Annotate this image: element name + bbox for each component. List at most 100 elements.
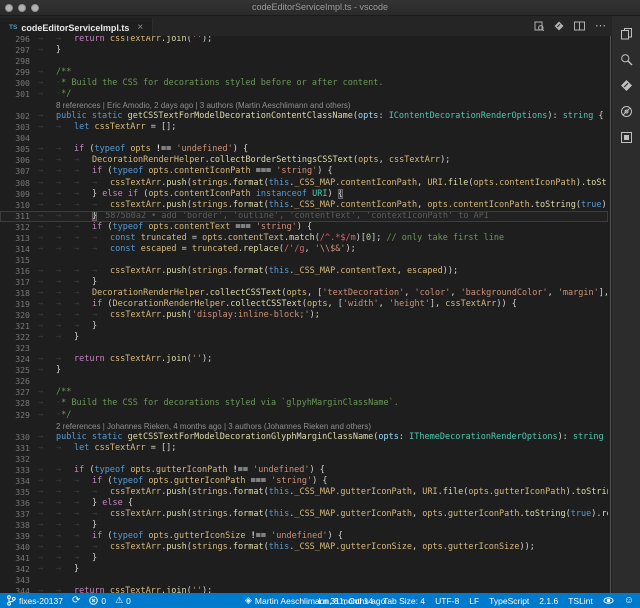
close-window-button[interactable] [5,4,13,12]
code-line-338[interactable]: 338→→→} [0,520,608,531]
code-line-318[interactable]: 318→→→DecorationRenderHelper.collectCSST… [0,288,608,299]
code-line-329[interactable]: 329→·*/ [0,410,608,421]
editor-pane[interactable]: 296→→return cssTextArr.join('');297→}298… [0,36,608,593]
code-line-306[interactable]: 306→→→DecorationRenderHelper.collectBord… [0,155,608,166]
line-number[interactable]: 339 [0,531,30,542]
code-line-312[interactable]: 312→→→if (typeof opts.contentText === 's… [0,222,608,233]
code-line-307[interactable]: 307→→→if (typeof opts.contentIconPath ==… [0,166,608,177]
code-line-343[interactable]: 343 [0,575,608,586]
code-line-299[interactable]: 299→/** [0,67,608,78]
line-number[interactable]: 310 [0,200,30,211]
code-line-301[interactable]: 301→·*/ [0,89,608,100]
open-preview-icon[interactable] [534,21,544,31]
activity-bar-gitlens[interactable] [612,72,640,98]
line-number[interactable]: 334 [0,476,30,487]
line-number[interactable]: 328 [0,398,30,409]
statusbar-tab-size[interactable]: Tab Size: 4 [383,596,425,606]
code-line-304[interactable]: 304 [0,133,608,144]
line-number[interactable]: 307 [0,166,30,177]
code-line-310[interactable]: 310→→→→cssTextArr.push(strings.format(th… [0,200,608,211]
code-line-305[interactable]: 305→→if (typeof opts !== 'undefined') { [0,144,608,155]
line-number[interactable]: 331 [0,443,30,454]
code-line-311[interactable]: 311→→→}5875b0a2 • add 'border', 'outline… [0,211,608,222]
line-number[interactable]: 324 [0,354,30,365]
line-number[interactable]: 326 [0,376,30,387]
code-line-336[interactable]: 336→→→} else { [0,498,608,509]
line-number[interactable]: 304 [0,133,30,144]
statusbar-encoding[interactable]: UTF-8 [435,596,459,606]
code-line-337[interactable]: 337→→→→cssTextArr.push(strings.format(th… [0,509,608,520]
code-line-308[interactable]: 308→→→→cssTextArr.push(strings.format(th… [0,178,608,189]
code-line-339[interactable]: 339→→→if (typeof opts.gutterIconSize !==… [0,531,608,542]
gitlens-compare-icon[interactable] [554,21,564,31]
code-line-325[interactable]: 325→} [0,365,608,376]
line-number[interactable]: 338 [0,520,30,531]
code-line-330[interactable]: 330→public static getCSSTextForModelDeco… [0,432,608,443]
line-number[interactable]: 301 [0,89,30,100]
statusbar-language-mode[interactable]: TypeScript [489,596,529,606]
line-number[interactable]: 302 [0,111,30,122]
code-line-344[interactable]: 344→→return cssTextArr.join(''); [0,586,608,593]
line-number[interactable]: 341 [0,553,30,564]
line-number[interactable]: 305 [0,144,30,155]
code-line-342[interactable]: 342→→} [0,564,608,575]
codelens-row[interactable]: 8 references | Eric Amodio, 2 days ago |… [0,100,608,111]
statusbar-tslint[interactable]: TSLint [568,596,593,606]
code-line-298[interactable]: 298 [0,56,608,67]
code-line-326[interactable]: 326 [0,376,608,387]
statusbar-ts-version[interactable]: 2.1.6 [539,596,558,606]
line-number[interactable]: 298 [0,56,30,67]
line-number[interactable]: 297 [0,45,30,56]
code-line-314[interactable]: 314→→→→const escaped = truncated.replace… [0,244,608,255]
statusbar-warnings[interactable]: ⚠0 [115,596,131,606]
code-line-319[interactable]: 319→→→if (DecorationRenderHelper.collect… [0,299,608,310]
line-number[interactable]: 312 [0,222,30,233]
line-number[interactable]: 296 [0,36,30,45]
code-line-327[interactable]: 327→/** [0,387,608,398]
line-number[interactable]: 317 [0,277,30,288]
line-number[interactable]: 333 [0,465,30,476]
line-number[interactable]: 319 [0,299,30,310]
line-number[interactable]: 329 [0,410,30,421]
code-line-303[interactable]: 303→→let cssTextArr = []; [0,122,608,133]
code-line-296[interactable]: 296→→return cssTextArr.join(''); [0,36,608,45]
line-number[interactable]: 344 [0,586,30,593]
line-number[interactable]: 337 [0,509,30,520]
statusbar-eol[interactable]: LF [469,596,479,606]
codelens-reference[interactable]: 2 references | Johannes Rieken, 4 months… [0,421,371,432]
code-line-297[interactable]: 297→} [0,45,608,56]
line-number[interactable]: 309 [0,189,30,200]
tab-codeEditorServiceImpl[interactable]: TS codeEditorServiceImpl.ts × [0,18,153,38]
line-number[interactable]: 308 [0,178,30,189]
statusbar-gitlens-toggle[interactable] [603,596,614,605]
code-line-341[interactable]: 341→→→} [0,553,608,564]
line-number[interactable]: 327 [0,387,30,398]
code-line-328[interactable]: 328→·* Build the CSS for decorations sty… [0,398,608,409]
line-number[interactable]: 316 [0,266,30,277]
line-number[interactable]: 318 [0,288,30,299]
code-line-317[interactable]: 317→→→} [0,277,608,288]
line-number[interactable]: 343 [0,575,30,586]
code-line-322[interactable]: 322→→} [0,332,608,343]
minimize-window-button[interactable] [18,4,26,12]
code-line-320[interactable]: 320→→→→cssTextArr.push('display:inline-b… [0,310,608,321]
activity-bar-search[interactable] [612,46,640,72]
code-line-340[interactable]: 340→→→→cssTextArr.push(strings.format(th… [0,542,608,553]
code-line-321[interactable]: 321→→→} [0,321,608,332]
code-line-331[interactable]: 331→→let cssTextArr = []; [0,443,608,454]
code-line-334[interactable]: 334→→→if (typeof opts.gutterIconPath ===… [0,476,608,487]
line-number[interactable]: 320 [0,310,30,321]
code-line-335[interactable]: 335→→→→cssTextArr.push(strings.format(th… [0,487,608,498]
activity-bar-extensions[interactable] [612,124,640,150]
line-number[interactable]: 300 [0,78,30,89]
close-tab-icon[interactable]: × [137,22,143,33]
statusbar-git-branch[interactable]: fixes-20137 [6,595,63,606]
code-line-309[interactable]: 309→→→} else if (opts.contentIconPath in… [0,189,608,200]
line-number[interactable]: 335 [0,487,30,498]
line-number[interactable]: 299 [0,67,30,78]
code-line-323[interactable]: 323 [0,343,608,354]
code-line-315[interactable]: 315 [0,255,608,266]
codelens-reference[interactable]: 8 references | Eric Amodio, 2 days ago |… [0,100,351,111]
code-line-316[interactable]: 316→→→→cssTextArr.push(strings.format(th… [0,266,608,277]
code-line-302[interactable]: 302→public static getCSSTextForModelDeco… [0,111,608,122]
